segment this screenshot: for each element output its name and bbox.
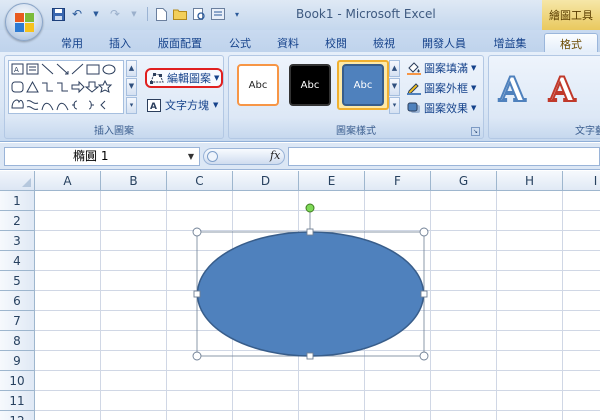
- new-document-icon[interactable]: [153, 6, 169, 22]
- resize-handle-top-right[interactable]: [419, 227, 429, 237]
- customize-qat-icon[interactable]: ▾: [229, 6, 245, 22]
- paint-bucket-icon: [407, 62, 421, 75]
- gallery-down-icon[interactable]: ▼: [126, 78, 137, 96]
- shape-fill-label: 圖案填滿: [424, 62, 468, 75]
- shape-styles-gallery: Abc Abc Abc: [233, 60, 393, 120]
- insert-shapes-group-label: 插入圖案: [94, 126, 134, 137]
- pencil-icon: [407, 83, 421, 95]
- redo-icon[interactable]: ↷: [107, 6, 123, 22]
- insert-shapes-group: A ▲ ▼ ▾ 編輯圖案 ▼ A 文字方塊 ▼ 插入圖案: [4, 55, 224, 139]
- shape-effects-dropdown-icon: ▼: [471, 104, 477, 112]
- style-swatch-blue-fill[interactable]: Abc: [342, 64, 384, 106]
- insert-function-icon[interactable]: fx: [270, 149, 280, 162]
- ribbon: A ▲ ▼ ▾ 編輯圖案 ▼ A 文字方塊 ▼ 插入圖案 Abc Abc Abc…: [0, 52, 600, 142]
- tab-developer[interactable]: 開發人員: [412, 33, 476, 52]
- edit-shape-label: 編輯圖案: [167, 72, 211, 85]
- shapes-gallery-icons: A: [11, 63, 116, 111]
- svg-text:A: A: [150, 102, 157, 112]
- text-box-dropdown-icon: ▼: [213, 101, 219, 109]
- tab-page-layout[interactable]: 版面配置: [148, 33, 212, 52]
- gallery-more-icon[interactable]: ▾: [126, 96, 137, 114]
- resize-handle-left[interactable]: [193, 290, 201, 298]
- quick-access-toolbar: ↶ ▼ ↷ ▼ ▾: [50, 6, 245, 22]
- resize-handle-right[interactable]: [420, 290, 428, 298]
- resize-handle-top-left[interactable]: [192, 227, 202, 237]
- resize-handle-bottom[interactable]: [306, 352, 314, 360]
- text-box-label: 文字方塊: [165, 99, 209, 112]
- resize-handle-top[interactable]: [306, 228, 314, 236]
- styles-more-icon[interactable]: ▾: [389, 96, 400, 114]
- form-icon[interactable]: [210, 6, 226, 22]
- shape-outline-label: 圖案外框: [424, 82, 468, 95]
- edit-shape-dropdown-icon: ▼: [214, 74, 220, 82]
- tab-add-ins[interactable]: 增益集: [484, 33, 536, 52]
- tab-formulas[interactable]: 公式: [220, 33, 260, 52]
- resize-handle-bottom-right[interactable]: [419, 351, 429, 361]
- rotation-handle[interactable]: [305, 203, 315, 213]
- shape-effects-label: 圖案效果: [424, 102, 468, 115]
- wordart-styles-group: A A 文字藝: [488, 55, 600, 139]
- gallery-up-icon[interactable]: ▲: [126, 60, 137, 78]
- worksheet-grid[interactable]: ABCDEFGHI 123456789101112: [0, 171, 600, 420]
- expand-circle-icon: [207, 151, 218, 162]
- shape-outline-dropdown-icon: ▼: [471, 84, 477, 92]
- redo-dropdown-icon[interactable]: ▼: [126, 6, 142, 22]
- shape-fill-button[interactable]: 圖案填滿 ▼: [407, 60, 476, 76]
- resize-handle-bottom-left[interactable]: [192, 351, 202, 361]
- shape-effects-icon: [407, 102, 420, 113]
- tab-data[interactable]: 資料: [268, 33, 308, 52]
- tab-insert[interactable]: 插入: [100, 33, 140, 52]
- text-box-button[interactable]: A 文字方塊 ▼: [147, 96, 218, 114]
- shape-effects-button[interactable]: 圖案效果 ▼: [407, 100, 476, 116]
- drawing-tools-context-label: 繪圖工具: [542, 0, 600, 30]
- shape-styles-group: Abc Abc Abc ▲ ▼ ▾ 圖案填滿 ▼ 圖案外框 ▼ 圖案效果 ▼ ↘…: [228, 55, 484, 139]
- title-bar: ↶ ▼ ↷ ▼ ▾ Book1 - Microsoft Excel 繪圖工具: [0, 0, 600, 30]
- undo-icon[interactable]: ↶: [69, 6, 85, 22]
- edit-shape-button[interactable]: 編輯圖案 ▼: [145, 68, 223, 88]
- tab-home[interactable]: 常用: [52, 33, 92, 52]
- save-icon[interactable]: [50, 6, 66, 22]
- shape-styles-group-label: 圖案樣式: [336, 126, 376, 137]
- name-box-value: 橢圓 1: [73, 149, 109, 163]
- drawing-layer: [192, 203, 429, 361]
- print-preview-icon[interactable]: [191, 6, 207, 22]
- shape-fill-dropdown-icon: ▼: [471, 64, 477, 72]
- wordart-group-label: 文字藝: [575, 126, 600, 137]
- shapes-gallery[interactable]: A: [8, 60, 124, 114]
- window-title: Book1 - Microsoft Excel: [296, 7, 436, 21]
- shapes-gallery-scroll: ▲ ▼ ▾: [126, 60, 137, 114]
- shape-outline-button[interactable]: 圖案外框 ▼: [407, 80, 476, 96]
- undo-dropdown-icon[interactable]: ▼: [88, 6, 104, 22]
- oval-shape[interactable]: [196, 231, 425, 357]
- formula-bar: 橢圓 1 ▼ fx: [0, 143, 600, 170]
- tab-view[interactable]: 檢視: [364, 33, 404, 52]
- tab-review[interactable]: 校閱: [316, 33, 356, 52]
- ribbon-tabs: 常用 插入 版面配置 公式 資料 校閱 檢視 開發人員 增益集 格式: [0, 30, 600, 52]
- office-logo-icon: [15, 13, 34, 32]
- edit-shape-icon: [150, 73, 164, 84]
- formula-input[interactable]: [288, 147, 600, 166]
- text-box-icon: A: [147, 98, 161, 112]
- styles-gallery-scroll: ▲ ▼ ▾: [389, 60, 400, 114]
- wordart-blue-outline[interactable]: A: [498, 69, 526, 111]
- office-button[interactable]: [5, 3, 43, 41]
- svg-text:A: A: [14, 66, 19, 74]
- style-swatch-orange-outline[interactable]: Abc: [237, 64, 279, 106]
- tab-format[interactable]: 格式: [544, 33, 598, 52]
- styles-down-icon[interactable]: ▼: [389, 78, 400, 96]
- name-box[interactable]: 橢圓 1 ▼: [4, 147, 200, 166]
- style-swatch-black-fill[interactable]: Abc: [289, 64, 331, 106]
- wordart-red-outline[interactable]: A: [548, 69, 576, 111]
- formula-controls: fx: [203, 148, 285, 165]
- name-box-dropdown-icon[interactable]: ▼: [188, 148, 194, 165]
- open-folder-icon[interactable]: [172, 6, 188, 22]
- styles-up-icon[interactable]: ▲: [389, 60, 400, 78]
- qat-separator: [147, 7, 148, 21]
